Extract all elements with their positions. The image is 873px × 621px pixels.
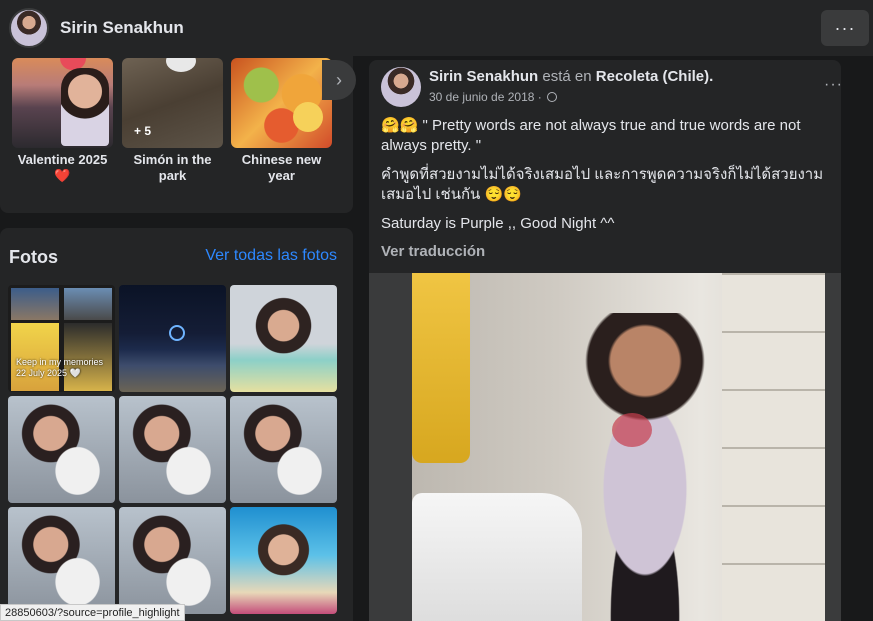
profile-name[interactable]: Sirin Senakhun	[60, 18, 184, 38]
photo-thumbnail[interactable]	[8, 396, 115, 503]
avatar[interactable]	[9, 8, 49, 48]
highlight-thumbnail	[61, 68, 109, 146]
photos-title: Fotos	[9, 247, 58, 267]
post-date-text[interactable]: 30 de junio de 2018 ·	[429, 90, 542, 104]
post-author[interactable]: Sirin Senakhun	[429, 68, 538, 85]
status-url: 28850603/?source=profile_highlight	[0, 604, 185, 621]
collage-caption: Keep in my memories 22 July 2025 🤍	[16, 357, 104, 378]
highlight-simon[interactable]: + 5	[122, 58, 223, 148]
highlight-label[interactable]: Simón in the park	[122, 152, 223, 184]
post-more-button[interactable]: ···	[824, 76, 843, 94]
collage-tile	[11, 288, 59, 320]
shirt-rose-print	[612, 413, 652, 447]
person	[560, 313, 730, 621]
see-translation-link[interactable]: Ver traducción	[381, 243, 485, 260]
post-date[interactable]: 30 de junio de 2018 ·	[429, 90, 558, 104]
photo-thumbnail[interactable]	[230, 507, 337, 614]
highlight-valentine[interactable]	[12, 58, 113, 148]
photo-thumbnail[interactable]	[119, 507, 226, 614]
post-card: Sirin Senakhun está en Recoleta (Chile).…	[369, 60, 843, 621]
more-options-button[interactable]: ···	[821, 10, 869, 46]
post-checkin-text: está en	[542, 68, 592, 85]
photo-thumbnail[interactable]	[119, 396, 226, 503]
new-year-badge	[293, 102, 323, 132]
see-all-photos-link[interactable]: Ver todas las fotos	[205, 247, 337, 265]
post-body: 🤗🤗 " Pretty words are not always true an…	[381, 116, 841, 243]
globe-icon	[547, 92, 558, 102]
avatar[interactable]	[381, 67, 421, 107]
mirror-selfie-photo	[412, 273, 825, 621]
photos-section: Fotos Ver todas las fotos Keep in my mem…	[0, 228, 353, 621]
post-paragraph: Saturday is Purple ,, Good Night ^^	[381, 215, 615, 232]
highlight-label[interactable]: Valentine 2025 ❤️	[12, 152, 113, 184]
rabbit-thumbnail	[166, 58, 196, 72]
chevron-right-icon[interactable]: ›	[322, 60, 356, 100]
profile-topbar: Sirin Senakhun ···	[0, 0, 873, 56]
photo-thumbnail[interactable]	[230, 396, 337, 503]
wall-tiles	[722, 273, 825, 621]
post-paragraph: 🤗🤗 " Pretty words are not always true an…	[381, 117, 801, 154]
highlight-chinese-new-year[interactable]	[231, 58, 332, 148]
post-place[interactable]: Recoleta (Chile).	[596, 68, 714, 85]
highlights-section: Valentine 2025 ❤️ + 5 Simón in the park …	[0, 56, 356, 213]
post-paragraph: คำพูดที่สวยงามไม่ได้จริงเสมอไป และการพูด…	[381, 166, 824, 203]
photo-thumbnail[interactable]	[119, 285, 226, 392]
photo-grid: Keep in my memories 22 July 2025 🤍	[8, 285, 337, 614]
photo-thumbnail[interactable]	[230, 285, 337, 392]
highlight-label[interactable]: Chinese new year	[231, 152, 332, 184]
highlight-count: + 5	[134, 124, 152, 138]
towel	[412, 273, 470, 463]
bathtub	[412, 493, 582, 621]
photo-thumbnail[interactable]	[8, 507, 115, 614]
collage-tile	[64, 288, 112, 320]
post-header: Sirin Senakhun está en Recoleta (Chile).	[429, 68, 713, 85]
ferris-wheel	[169, 325, 185, 341]
photo-thumbnail[interactable]: Keep in my memories 22 July 2025 🤍	[8, 285, 115, 392]
post-photo[interactable]	[369, 273, 841, 621]
